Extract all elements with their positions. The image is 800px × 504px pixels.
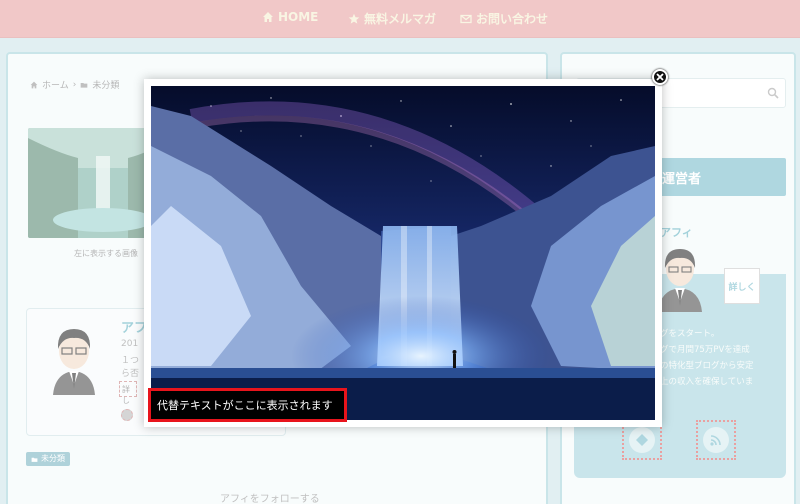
lightbox-caption-text: 代替テキストがここに表示されます	[157, 399, 333, 412]
lightbox	[144, 79, 662, 427]
close-icon	[656, 73, 664, 81]
lightbox-waterfall-image[interactable]	[151, 86, 655, 420]
close-button[interactable]	[652, 69, 668, 85]
lightbox-caption: 代替テキストがここに表示されます	[148, 388, 347, 422]
